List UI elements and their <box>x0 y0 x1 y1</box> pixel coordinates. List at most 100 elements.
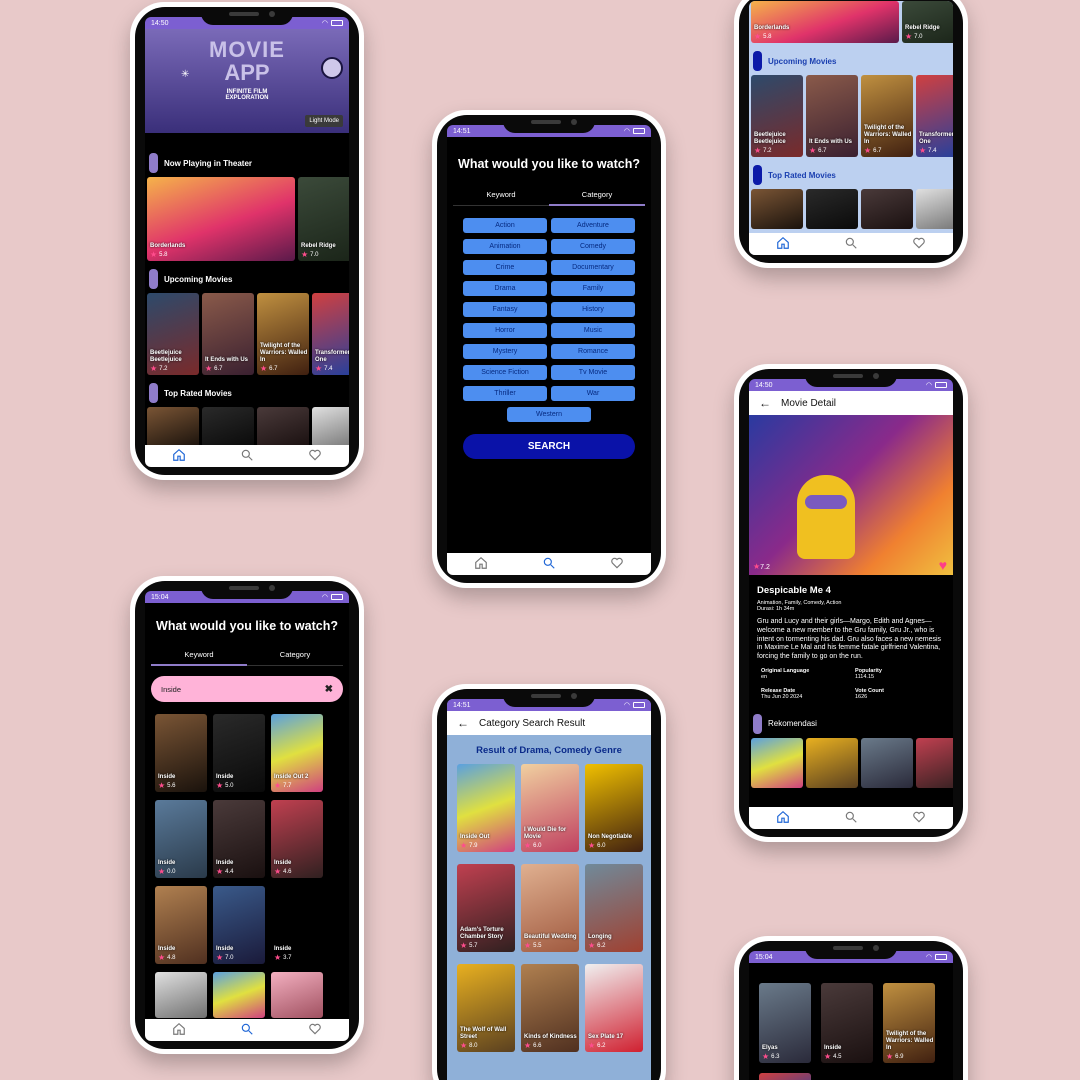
search-icon[interactable] <box>240 1022 254 1038</box>
movie-poster[interactable]: Inside Out 2 ★ 7.7 <box>271 714 323 792</box>
movie-poster[interactable] <box>861 189 913 229</box>
genre-chip[interactable]: Action <box>463 218 547 233</box>
battery-icon <box>331 20 343 26</box>
light-mode-button[interactable]: Light Mode <box>305 115 343 127</box>
movie-poster[interactable]: The Wolf of Wall Street ★ 8.0 <box>457 964 515 1052</box>
genre-chip[interactable]: Western <box>507 407 591 422</box>
genre-chip[interactable]: Horror <box>463 323 547 338</box>
movie-poster[interactable]: Kinds of Kindness ★ 6.6 <box>521 964 579 1052</box>
movie-poster[interactable]: Inside ★ 4.5 <box>821 983 873 1063</box>
movie-poster[interactable]: Inside ★ 7.0 <box>213 886 265 964</box>
genre-chip[interactable]: Thriller <box>463 386 547 401</box>
movie-poster[interactable]: Inside Out ★ 7.9 <box>457 764 515 852</box>
movie-poster[interactable] <box>916 189 953 229</box>
search-icon[interactable] <box>844 810 858 826</box>
movie-poster[interactable]: Inside ★ 4.6 <box>271 800 323 878</box>
movie-poster[interactable] <box>759 1073 811 1080</box>
genre-chip[interactable]: Fantasy <box>463 302 547 317</box>
movie-poster[interactable]: Beetlejuice Beetlejuice ★ 7.2 <box>147 293 199 375</box>
tab-keyword[interactable]: Keyword <box>453 185 549 206</box>
search-icon[interactable] <box>240 448 254 464</box>
movie-poster[interactable]: It Ends with Us ★ 6.7 <box>202 293 254 375</box>
back-arrow-icon[interactable]: ← <box>457 716 469 730</box>
movie-poster[interactable]: Rebel Ridge ★ 7.0 <box>298 177 349 261</box>
movie-poster[interactable]: Elyas ★ 6.3 <box>759 983 811 1063</box>
genre-chip[interactable]: History <box>551 302 635 317</box>
movie-poster[interactable]: Twilight of the Warriors: Walled In ★ 6.9 <box>883 983 935 1063</box>
home-icon[interactable] <box>776 236 790 252</box>
genre-chip[interactable]: Romance <box>551 344 635 359</box>
movie-poster[interactable]: Adam's Torture Chamber Story ★ 5.7 <box>457 864 515 952</box>
movie-poster[interactable]: Beautiful Wedding ★ 5.5 <box>521 864 579 952</box>
movie-poster[interactable] <box>916 737 953 788</box>
movie-overview: Gru and Lucy and their girls—Margo, Edit… <box>757 618 942 660</box>
genre-chip[interactable]: Drama <box>463 281 547 296</box>
movie-poster[interactable]: Inside ★ 5.6 <box>155 714 207 792</box>
heart-icon[interactable] <box>610 556 624 572</box>
movie-poster[interactable] <box>202 407 254 447</box>
movie-poster[interactable] <box>751 189 803 229</box>
search-tabs: Keyword Category <box>453 185 645 206</box>
movie-poster[interactable]: Inside ★ 5.0 <box>213 714 265 792</box>
movie-poster[interactable] <box>806 737 858 788</box>
movie-poster[interactable]: Transformers One★7.4 <box>312 293 349 375</box>
movie-poster[interactable] <box>312 407 349 447</box>
search-button[interactable]: SEARCH <box>463 434 635 459</box>
search-icon[interactable] <box>542 556 556 572</box>
movie-poster[interactable]: Inside ★ 3.7 <box>271 886 323 964</box>
movie-poster[interactable] <box>257 407 309 447</box>
movie-poster[interactable]: Longing ★ 6.2 <box>585 864 643 952</box>
genre-chip[interactable]: Family <box>551 281 635 296</box>
movie-poster[interactable]: Inside ★ 4.8 <box>155 886 207 964</box>
movie-poster[interactable]: Borderlands ★ 5.8 <box>147 177 295 261</box>
movie-poster[interactable] <box>861 737 913 788</box>
movie-poster[interactable] <box>271 972 323 1018</box>
heart-icon[interactable] <box>912 810 926 826</box>
movie-poster[interactable] <box>751 737 803 788</box>
movie-poster[interactable]: Inside ★ 4.4 <box>213 800 265 878</box>
movie-poster[interactable]: Twilight of the Warriors: Walled In ★ 6.7 <box>861 75 913 157</box>
movie-poster[interactable]: Transformers One★7.4 <box>916 75 953 157</box>
movie-poster[interactable] <box>155 972 207 1018</box>
home-icon[interactable] <box>172 448 186 464</box>
movie-poster[interactable] <box>213 972 265 1018</box>
genre-chip[interactable]: Documentary <box>551 260 635 275</box>
genre-chip[interactable]: Science Fiction <box>463 365 547 380</box>
clear-icon[interactable]: ✖ <box>325 684 333 695</box>
heart-icon[interactable] <box>308 448 322 464</box>
movie-poster[interactable]: Beetlejuice Beetlejuice ★ 7.2 <box>751 75 803 157</box>
movie-poster[interactable]: Sex Plate 17 ★ 6.2 <box>585 964 643 1052</box>
wifi-icon: ◠ <box>623 128 630 135</box>
genre-chip[interactable]: War <box>551 386 635 401</box>
search-input[interactable]: Inside ✖ <box>151 676 343 702</box>
tab-category[interactable]: Category <box>549 185 645 206</box>
result-heading: Result of Drama, Comedy Genre <box>476 745 622 756</box>
movie-poster[interactable]: Rebel Ridge ★ 7.0 <box>902 1 953 43</box>
tab-category[interactable]: Category <box>247 645 343 666</box>
genre-chip[interactable]: Comedy <box>551 239 635 254</box>
genre-chip[interactable]: Crime <box>463 260 547 275</box>
favorite-heart-icon[interactable]: ♥ <box>939 557 947 573</box>
movie-poster[interactable]: Inside ★ 0.0 <box>155 800 207 878</box>
movie-poster[interactable] <box>147 407 199 447</box>
movie-poster[interactable]: Borderlands ★ 5.8 <box>751 1 899 43</box>
genre-chip[interactable]: Music <box>551 323 635 338</box>
home-icon[interactable] <box>776 810 790 826</box>
movie-poster[interactable]: It Ends with Us ★ 6.7 <box>806 75 858 157</box>
movie-poster[interactable] <box>806 189 858 229</box>
battery-icon <box>331 594 343 600</box>
back-arrow-icon[interactable]: ← <box>759 396 771 410</box>
movie-poster[interactable]: I Would Die for Movie ★ 6.0 <box>521 764 579 852</box>
movie-poster[interactable]: Twilight of the Warriors: Walled In ★ 6.7 <box>257 293 309 375</box>
genre-chip[interactable]: Mystery <box>463 344 547 359</box>
movie-poster[interactable]: Non Negotiable ★ 6.0 <box>585 764 643 852</box>
genre-chip[interactable]: Tv Movie <box>551 365 635 380</box>
home-icon[interactable] <box>172 1022 186 1038</box>
tab-keyword[interactable]: Keyword <box>151 645 247 666</box>
search-icon[interactable] <box>844 236 858 252</box>
home-icon[interactable] <box>474 556 488 572</box>
genre-chip[interactable]: Animation <box>463 239 547 254</box>
heart-icon[interactable] <box>308 1022 322 1038</box>
heart-icon[interactable] <box>912 236 926 252</box>
genre-chip[interactable]: Adventure <box>551 218 635 233</box>
